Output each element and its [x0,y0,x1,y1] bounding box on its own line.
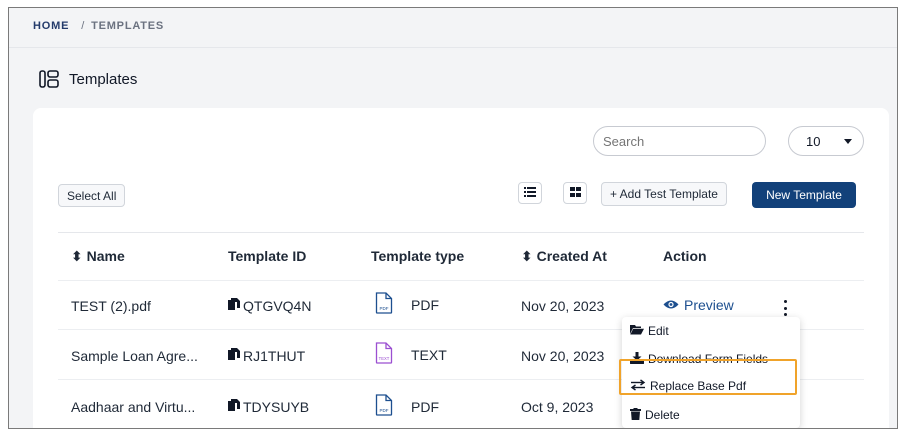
breadcrumb: HOME / TEMPLATES [33,20,164,32]
list-icon [524,184,536,202]
preview-label: Preview [684,297,734,313]
copy-icon[interactable] [228,298,240,314]
row-2-template-id-text: RJ1THUT [243,348,306,364]
breadcrumb-separator: / [81,20,86,32]
row-2-name[interactable]: Sample Loan Agre... [71,348,198,364]
page-size-value: 10 [806,133,821,149]
pdf-file-icon: PDF [375,292,393,317]
menu-item-edit-label: Edit [648,324,669,338]
row-1-name[interactable]: TEST (2).pdf [71,298,151,314]
menu-item-delete[interactable]: Delete [630,404,680,426]
row-3-type-badge: PDF [380,408,389,413]
row-1-template-id: QTGVQ4N [228,298,311,314]
row-1-template-id-text: QTGVQ4N [243,298,312,314]
eye-icon [663,297,684,313]
grid-view-button[interactable] [563,182,587,204]
add-test-template-button[interactable]: + Add Test Template [601,182,727,206]
pdf-file-icon: PDF [375,394,393,419]
row-3-type-label: PDF [411,398,439,415]
copy-icon[interactable] [228,348,240,364]
new-template-button[interactable]: New Template [752,182,856,208]
menu-item-replace-base-pdf[interactable]: Replace Base Pdf [630,375,746,397]
download-icon [630,351,648,367]
select-all-button[interactable]: Select All [58,184,126,207]
row-3-created-at: Oct 9, 2023 [521,399,594,415]
page-size-select[interactable]: 10 [788,126,864,156]
row-1-type-label: PDF [411,296,439,313]
table-divider [58,232,864,233]
list-view-button[interactable] [518,182,542,204]
menu-item-download-label: Download Form Fields [648,352,769,366]
swap-icon [630,378,650,394]
app-frame: HOME / TEMPLATES Templates 10 Select All [8,7,898,429]
breadcrumb-divider [9,47,897,48]
row-3-template-type: PDF PDF [375,394,439,419]
templates-card: 10 Select All + Add Test Template N [33,108,889,428]
row-1-template-type: PDF PDF [375,292,439,317]
column-header-template-type: Template type [371,248,465,264]
grid-icon [569,184,581,202]
menu-item-delete-label: Delete [645,408,680,422]
folder-open-icon [630,324,648,338]
more-options-icon[interactable] [782,300,788,316]
action-menu: Edit Download Form Fields Replace Base P… [622,317,800,428]
trash-icon [630,407,645,423]
page-title: Templates [69,70,138,88]
layout-icon [39,70,59,88]
copy-icon[interactable] [228,399,240,415]
row-2-template-id: RJ1THUT [228,348,305,364]
row-2-template-type: TEXT TEXT [375,342,447,367]
row-3-template-id: TDYSUYB [228,399,309,415]
breadcrumb-home[interactable]: HOME [33,20,69,32]
column-header-created-at[interactable]: ⬍ Created At [521,248,607,265]
search-input[interactable] [593,126,766,156]
caret-down-icon [844,139,852,144]
row-3-template-id-text: TDYSUYB [243,399,310,415]
row-1-type-badge: PDF [380,306,389,311]
row-1-created-at: Nov 20, 2023 [521,298,605,314]
menu-item-edit[interactable]: Edit [630,320,669,342]
breadcrumb-current: TEMPLATES [91,20,165,32]
text-file-icon: TEXT [375,342,393,367]
menu-item-download-form-fields[interactable]: Download Form Fields [630,348,768,370]
row-2-created-at: Nov 20, 2023 [521,348,605,364]
column-header-action: Action [663,248,707,264]
preview-link[interactable]: Preview [663,297,734,313]
column-header-name[interactable]: ⬍ Name [71,248,125,265]
row-2-type-label: TEXT [411,346,447,363]
menu-item-replace-label: Replace Base Pdf [650,379,747,393]
row-3-name[interactable]: Aadhaar and Virtu... [71,399,195,415]
page-header: Templates [39,70,137,88]
row-divider [58,280,864,281]
column-header-template-id: Template ID [228,248,307,264]
row-2-type-badge: TEXT [379,356,390,361]
